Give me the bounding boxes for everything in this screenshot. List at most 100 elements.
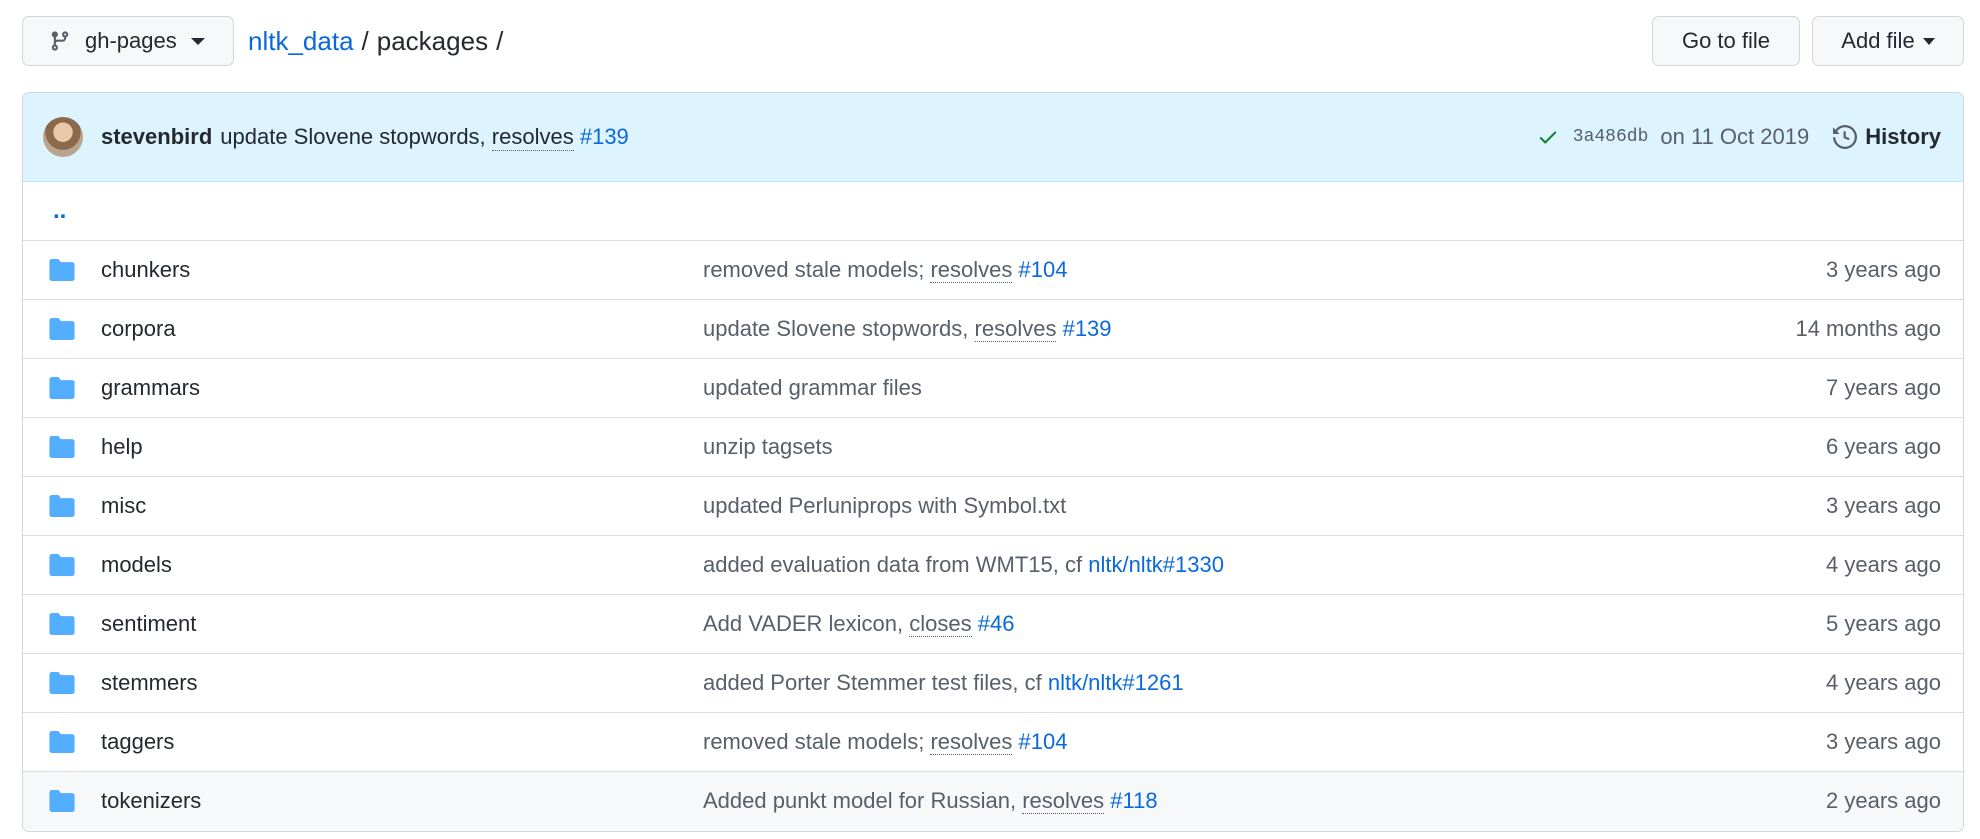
commit-message: removed stale models; resolves #104 [703, 241, 1067, 299]
table-row[interactable]: misc updated Perluniprops with Symbol.tx… [23, 477, 1963, 536]
chevron-down-icon [1922, 37, 1935, 45]
issue-link[interactable]: nltk/nltk#1261 [1048, 670, 1184, 695]
last-updated: 5 years ago [1826, 611, 1941, 636]
issue-link[interactable]: nltk/nltk#1330 [1088, 552, 1224, 577]
last-updated: 7 years ago [1826, 375, 1941, 400]
folder-icon [49, 613, 75, 635]
folder-name-link[interactable]: models [101, 536, 172, 594]
history-icon [1833, 125, 1858, 149]
folder-icon [49, 731, 75, 753]
issue-link[interactable]: #139 [1063, 316, 1112, 341]
avatar[interactable] [43, 117, 83, 157]
last-updated: 6 years ago [1826, 434, 1941, 459]
folder-icon [49, 790, 75, 812]
commit-message: Add VADER lexicon, closes #46 [703, 595, 1014, 653]
check-icon[interactable] [1537, 126, 1559, 148]
history-label: History [1865, 124, 1941, 149]
branch-selector[interactable]: gh-pages [22, 16, 234, 66]
last-updated: 3 years ago [1826, 729, 1941, 754]
table-row[interactable]: stemmers added Porter Stemmer test files… [23, 654, 1963, 713]
folder-icon [49, 436, 75, 458]
history-link[interactable]: History [1833, 124, 1941, 150]
commit-message: Added punkt model for Russian, resolves … [703, 772, 1158, 830]
folder-name-link[interactable]: taggers [101, 713, 174, 771]
commit-message-link[interactable]: added evaluation data from WMT15, cf [703, 552, 1082, 577]
table-row[interactable]: grammars updated grammar files 7 years a… [23, 359, 1963, 418]
commit-message: updated Perluniprops with Symbol.txt [703, 477, 1066, 535]
breadcrumb-repo-link[interactable]: nltk_data [248, 26, 354, 57]
table-row[interactable]: taggers removed stale models; resolves #… [23, 713, 1963, 772]
issue-link[interactable]: #104 [1019, 729, 1068, 754]
breadcrumb-trailing-separator: / [496, 25, 504, 56]
issue-link[interactable]: #118 [1110, 788, 1157, 813]
commit-message: added Porter Stemmer test files, cf nltk… [703, 654, 1184, 712]
issue-keyword: closes [909, 611, 972, 637]
issue-keyword: resolves [974, 316, 1057, 342]
go-to-file-label: Go to file [1681, 28, 1771, 53]
commit-summary: stevenbird update Slovene stopwords, res… [101, 93, 629, 181]
folder-name-link[interactable]: chunkers [101, 241, 190, 299]
commit-issue-link[interactable]: #139 [580, 124, 629, 150]
file-browser: stevenbird update Slovene stopwords, res… [22, 92, 1964, 832]
table-row[interactable]: tokenizers Added punkt model for Russian… [23, 772, 1963, 830]
breadcrumb-separator: / [361, 25, 369, 56]
folder-name-link[interactable]: stemmers [101, 654, 198, 712]
issue-keyword: resolves [930, 729, 1013, 755]
parent-directory-row[interactable]: .. [23, 182, 1963, 241]
commit-message: added evaluation data from WMT15, cf nlt… [703, 536, 1224, 594]
commit-message-link[interactable]: Added punkt model for Russian, [703, 788, 1016, 813]
folder-name-link[interactable]: tokenizers [101, 772, 201, 830]
commit-date: on 11 Oct 2019 [1660, 124, 1810, 149]
commit-resolves-keyword: resolves [491, 123, 574, 151]
folder-name-link[interactable]: sentiment [101, 595, 196, 653]
commit-meta: 3a486db on 11 Oct 2019 History [1537, 93, 1941, 181]
folder-name-link[interactable]: corpora [101, 300, 176, 358]
folder-icon [49, 377, 75, 399]
table-row[interactable]: models added evaluation data from WMT15,… [23, 536, 1963, 595]
top-bar: gh-pages nltk_data / packages / Go to fi… [22, 16, 1964, 68]
latest-commit-bar: stevenbird update Slovene stopwords, res… [23, 93, 1963, 182]
commit-message-link[interactable]: unzip tagsets [703, 434, 833, 459]
commit-message: update Slovene stopwords, resolves #139 [703, 300, 1112, 358]
commit-message-link[interactable]: added Porter Stemmer test files, cf [703, 670, 1042, 695]
commit-message[interactable]: update Slovene stopwords, [220, 124, 485, 150]
last-updated: 3 years ago [1826, 257, 1941, 282]
commit-message-link[interactable]: update Slovene stopwords, [703, 316, 968, 341]
branch-label: gh-pages [85, 28, 177, 53]
breadcrumb-current-folder: packages [376, 25, 489, 56]
folder-icon [49, 318, 75, 340]
file-list: chunkers removed stale models; resolves … [23, 241, 1963, 830]
last-updated: 2 years ago [1826, 788, 1941, 813]
commit-message-link[interactable]: removed stale models; [703, 257, 924, 282]
last-updated: 14 months ago [1795, 316, 1941, 341]
folder-name-link[interactable]: misc [101, 477, 146, 535]
table-row[interactable]: chunkers removed stale models; resolves … [23, 241, 1963, 300]
folder-name-link[interactable]: help [101, 418, 143, 476]
commit-message-link[interactable]: Add VADER lexicon, [703, 611, 903, 636]
commit-message-link[interactable]: updated Perluniprops with Symbol.txt [703, 493, 1066, 518]
commit-message: removed stale models; resolves #104 [703, 713, 1067, 771]
table-row[interactable]: sentiment Add VADER lexicon, closes #46 … [23, 595, 1963, 654]
commit-message-link[interactable]: updated grammar files [703, 375, 922, 400]
go-to-file-button[interactable]: Go to file [1652, 16, 1800, 66]
last-updated: 4 years ago [1826, 670, 1941, 695]
folder-name-link[interactable]: grammars [101, 359, 200, 417]
issue-link[interactable]: #104 [1019, 257, 1068, 282]
issue-link[interactable]: #46 [978, 611, 1015, 636]
chevron-down-icon [190, 37, 205, 45]
issue-keyword: resolves [930, 257, 1013, 283]
folder-icon [49, 259, 75, 281]
commit-message: updated grammar files [703, 359, 922, 417]
add-file-button[interactable]: Add file [1812, 16, 1964, 66]
breadcrumb: nltk_data / packages / [248, 16, 511, 66]
table-row[interactable]: corpora update Slovene stopwords, resolv… [23, 300, 1963, 359]
commit-sha-link[interactable]: 3a486db [1573, 127, 1649, 147]
commit-message-link[interactable]: removed stale models; [703, 729, 924, 754]
folder-icon [49, 554, 75, 576]
add-file-label: Add file [1841, 28, 1915, 53]
commit-author-link[interactable]: stevenbird [101, 124, 212, 150]
last-updated: 3 years ago [1826, 493, 1941, 518]
issue-keyword: resolves [1022, 788, 1105, 814]
parent-directory-link[interactable]: .. [53, 197, 66, 225]
table-row[interactable]: help unzip tagsets 6 years ago [23, 418, 1963, 477]
